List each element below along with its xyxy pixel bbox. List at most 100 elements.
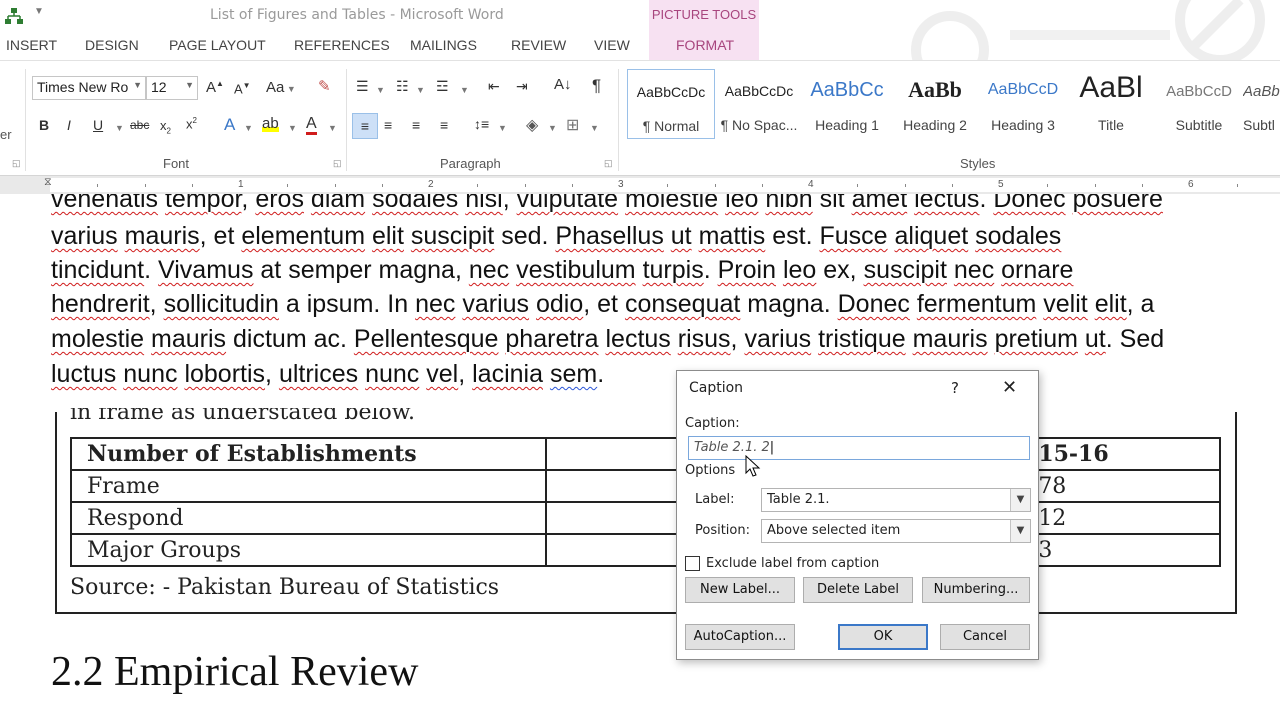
style-heading-3-label: Heading 3 bbox=[991, 117, 1055, 133]
style-no-spacing[interactable]: AaBbCcDc ¶ No Spac... bbox=[715, 69, 803, 139]
sort-icon[interactable]: A↓ bbox=[554, 76, 572, 93]
tab-references[interactable]: REFERENCES bbox=[294, 37, 390, 53]
style-title[interactable]: AaBl Title bbox=[1067, 69, 1155, 139]
numbering-button[interactable]: Numbering... bbox=[922, 577, 1030, 603]
document-map-icon[interactable] bbox=[4, 6, 24, 26]
decrease-indent-icon[interactable]: ⇤ bbox=[488, 78, 500, 95]
chevron-down-icon[interactable]: ▼ bbox=[416, 85, 425, 95]
table-cell: Respond bbox=[70, 501, 547, 535]
new-label-button[interactable]: New Label... bbox=[685, 577, 795, 603]
text-effects-icon[interactable]: A bbox=[224, 115, 235, 135]
close-icon[interactable]: ✕ bbox=[1002, 377, 1017, 398]
style-subtle-emphasis[interactable]: AaBb Subtl bbox=[1243, 69, 1280, 139]
ruler-number: 3 bbox=[618, 179, 624, 190]
bullets-icon[interactable]: ☰ bbox=[356, 78, 369, 95]
ruler-tick bbox=[287, 184, 288, 187]
change-case-button[interactable]: Aa ▼ bbox=[266, 79, 296, 96]
clear-formatting-icon[interactable]: ✎ bbox=[318, 77, 331, 95]
cancel-button[interactable]: Cancel bbox=[940, 624, 1030, 650]
exclude-label-checkbox[interactable] bbox=[685, 556, 700, 571]
style-heading-3-sample: AaBbCcD bbox=[987, 81, 1059, 98]
superscript-icon[interactable]: x2 bbox=[186, 116, 197, 131]
style-heading-3[interactable]: AaBbCcD Heading 3 bbox=[979, 69, 1067, 139]
clipboard-launcher-icon[interactable]: ◱ bbox=[12, 158, 21, 169]
shrink-font-icon[interactable]: A▼ bbox=[234, 81, 251, 96]
table-row: Frame 8 78 bbox=[70, 469, 1221, 503]
tab-view[interactable]: VIEW bbox=[594, 37, 630, 53]
chevron-down-icon[interactable]: ▼ bbox=[590, 123, 599, 133]
align-left-icon[interactable]: ≡ bbox=[352, 113, 378, 139]
highlight-color-icon[interactable]: ab bbox=[262, 115, 279, 132]
caption-input[interactable]: Table 2.1. 2| bbox=[688, 436, 1030, 460]
chevron-down-icon[interactable]: ▼ bbox=[1010, 489, 1030, 511]
style-heading-1[interactable]: AaBbCc Heading 1 bbox=[803, 69, 891, 139]
table-cell: 15-16 bbox=[1021, 437, 1221, 471]
position-select[interactable]: Above selected item ▼ bbox=[761, 519, 1031, 543]
strikethrough-icon[interactable]: abc bbox=[130, 118, 149, 132]
subscript-icon[interactable]: x2 bbox=[160, 118, 171, 136]
chevron-down-icon[interactable]: ▼ bbox=[548, 123, 557, 133]
customize-qat-chevron-icon[interactable]: ▼ bbox=[34, 6, 44, 17]
chevron-down-icon[interactable]: ▼ bbox=[498, 123, 507, 133]
style-subtle-emphasis-sample: AaBb bbox=[1243, 83, 1280, 100]
horizontal-ruler[interactable]: ⧖ 1 2 3 4 5 6 bbox=[0, 176, 1280, 194]
indent-marker-icon[interactable]: ⧖ bbox=[44, 176, 52, 189]
italic-icon[interactable]: I bbox=[67, 117, 71, 133]
font-color-icon[interactable]: A bbox=[306, 115, 317, 135]
ribbon: er ◱ Times New Ro ▼ 12 ▼ A▲ A▼ Aa ▼ ✎ B … bbox=[0, 60, 1280, 176]
style-subtle-emphasis-label: Subtl bbox=[1243, 117, 1275, 133]
table-cell: Frame bbox=[70, 469, 547, 503]
font-name-combo[interactable]: Times New Ro ▼ bbox=[32, 76, 146, 100]
chevron-down-icon[interactable]: ▼ bbox=[115, 123, 124, 133]
chevron-down-icon[interactable]: ▼ bbox=[460, 85, 469, 95]
ruler-tick bbox=[667, 184, 668, 187]
tab-design[interactable]: DESIGN bbox=[85, 37, 139, 53]
autocaption-button[interactable]: AutoCaption... bbox=[685, 624, 795, 650]
chevron-down-icon[interactable]: ▼ bbox=[376, 85, 385, 95]
exclude-label-text[interactable]: Exclude label from caption bbox=[706, 556, 879, 571]
style-heading-2[interactable]: AaBb Heading 2 bbox=[891, 69, 979, 139]
ok-button[interactable]: OK bbox=[838, 624, 928, 650]
underline-icon[interactable]: U bbox=[93, 117, 103, 133]
shading-icon[interactable]: ◈ bbox=[526, 115, 538, 135]
grow-font-icon[interactable]: A▲ bbox=[206, 79, 224, 96]
multilevel-list-icon[interactable]: ☲ bbox=[436, 78, 449, 95]
tab-review[interactable]: REVIEW bbox=[511, 37, 566, 53]
font-size-combo[interactable]: 12 ▼ bbox=[146, 76, 198, 100]
body-text-line: molestie mauris dictum ac. Pellentesque … bbox=[51, 325, 1165, 353]
position-field-label: Position: bbox=[695, 523, 750, 538]
body-text-line: hendrerit, sollicitudin a ipsum. In nec … bbox=[51, 290, 1155, 318]
tab-format[interactable]: FORMAT bbox=[676, 37, 734, 53]
section-heading: 2.2 Empirical Review bbox=[51, 649, 419, 695]
help-button[interactable]: ? bbox=[951, 379, 959, 397]
style-normal[interactable]: AaBbCcDc ¶ Normal bbox=[627, 69, 715, 139]
align-right-icon[interactable]: ≡ bbox=[412, 117, 420, 133]
line-spacing-icon[interactable]: ↕≡ bbox=[474, 116, 489, 132]
font-launcher-icon[interactable]: ◱ bbox=[333, 158, 342, 169]
chevron-down-icon[interactable]: ▼ bbox=[1010, 520, 1030, 542]
label-select[interactable]: Table 2.1. ▼ bbox=[761, 488, 1031, 512]
chevron-down-icon[interactable]: ▼ bbox=[244, 123, 253, 133]
borders-icon[interactable]: ⊞ bbox=[566, 115, 579, 135]
delete-label-button[interactable]: Delete Label bbox=[803, 577, 913, 603]
align-center-icon[interactable]: ≡ bbox=[384, 117, 392, 133]
justify-icon[interactable]: ≡ bbox=[440, 117, 448, 133]
chevron-down-icon[interactable]: ▼ bbox=[328, 123, 337, 133]
style-subtitle-label: Subtitle bbox=[1175, 117, 1223, 133]
chevron-down-icon: ▼ bbox=[133, 80, 142, 90]
paragraph-launcher-icon[interactable]: ◱ bbox=[604, 158, 613, 169]
increase-indent-icon[interactable]: ⇥ bbox=[516, 78, 528, 95]
bold-icon[interactable]: B bbox=[39, 117, 49, 133]
style-subtitle[interactable]: AaBbCcD Subtitle bbox=[1155, 69, 1243, 139]
style-heading-2-sample: AaBb bbox=[908, 77, 962, 102]
show-formatting-marks-icon[interactable]: ¶ bbox=[592, 76, 601, 96]
text-caret: | bbox=[769, 440, 775, 455]
tab-page-layout[interactable]: PAGE LAYOUT bbox=[169, 37, 266, 53]
body-text-line: tincidunt. Vivamus at semper magna, nec … bbox=[51, 256, 1074, 284]
window-title: List of Figures and Tables - Microsoft W… bbox=[210, 7, 504, 23]
numbering-icon[interactable]: ☷ bbox=[396, 78, 409, 95]
chevron-down-icon[interactable]: ▼ bbox=[288, 123, 297, 133]
tab-mailings[interactable]: MAILINGS bbox=[410, 37, 477, 53]
tab-insert[interactable]: INSERT bbox=[6, 37, 57, 53]
ruler-number: 6 bbox=[1188, 179, 1194, 190]
